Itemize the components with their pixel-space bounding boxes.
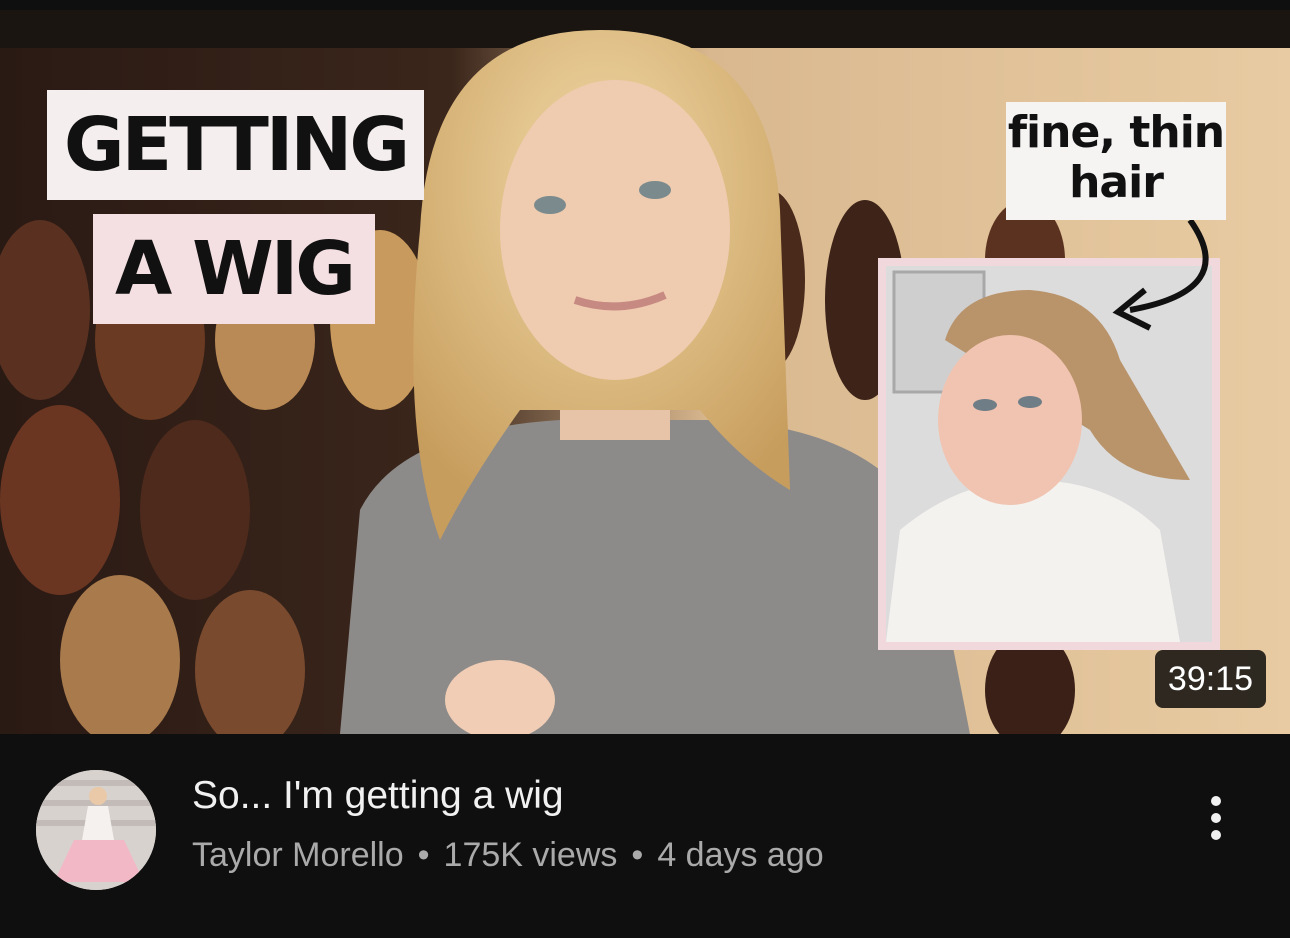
channel-name[interactable]: Taylor Morello: [192, 836, 404, 874]
video-subtitle: Taylor Morello • 175K views • 4 days ago: [192, 834, 824, 876]
video-title[interactable]: So... I'm getting a wig: [192, 772, 564, 820]
thumbnail-overlay-title-line-2: A WIG: [93, 214, 375, 324]
more-options-button[interactable]: [1186, 788, 1246, 848]
upload-age: 4 days ago: [657, 836, 824, 874]
callout-line-1: fine, thin: [1007, 107, 1225, 158]
separator-dot: •: [631, 836, 644, 874]
separator-dot: •: [417, 836, 430, 874]
channel-avatar[interactable]: [36, 770, 156, 890]
vertical-ellipsis-icon: [1211, 796, 1221, 806]
avatar-image: [36, 770, 156, 890]
thumbnail-overlay-title-line-1: GETTING: [47, 90, 424, 200]
video-meta-row: So... I'm getting a wig Taylor Morello • 1…: [0, 734, 1290, 914]
video-thumbnail[interactable]: GETTING A WIG fine, thin hair 39:15: [0, 10, 1290, 734]
video-card[interactable]: GETTING A WIG fine, thin hair 39:15 So..…: [0, 0, 1290, 938]
duration-badge: 39:15: [1154, 650, 1266, 708]
thumbnail-callout: fine, thin hair: [1006, 102, 1226, 220]
view-count: 175K views: [443, 836, 618, 874]
callout-line-2: hair: [1069, 157, 1164, 208]
vertical-ellipsis-icon: [1211, 813, 1221, 823]
vertical-ellipsis-icon: [1211, 830, 1221, 840]
